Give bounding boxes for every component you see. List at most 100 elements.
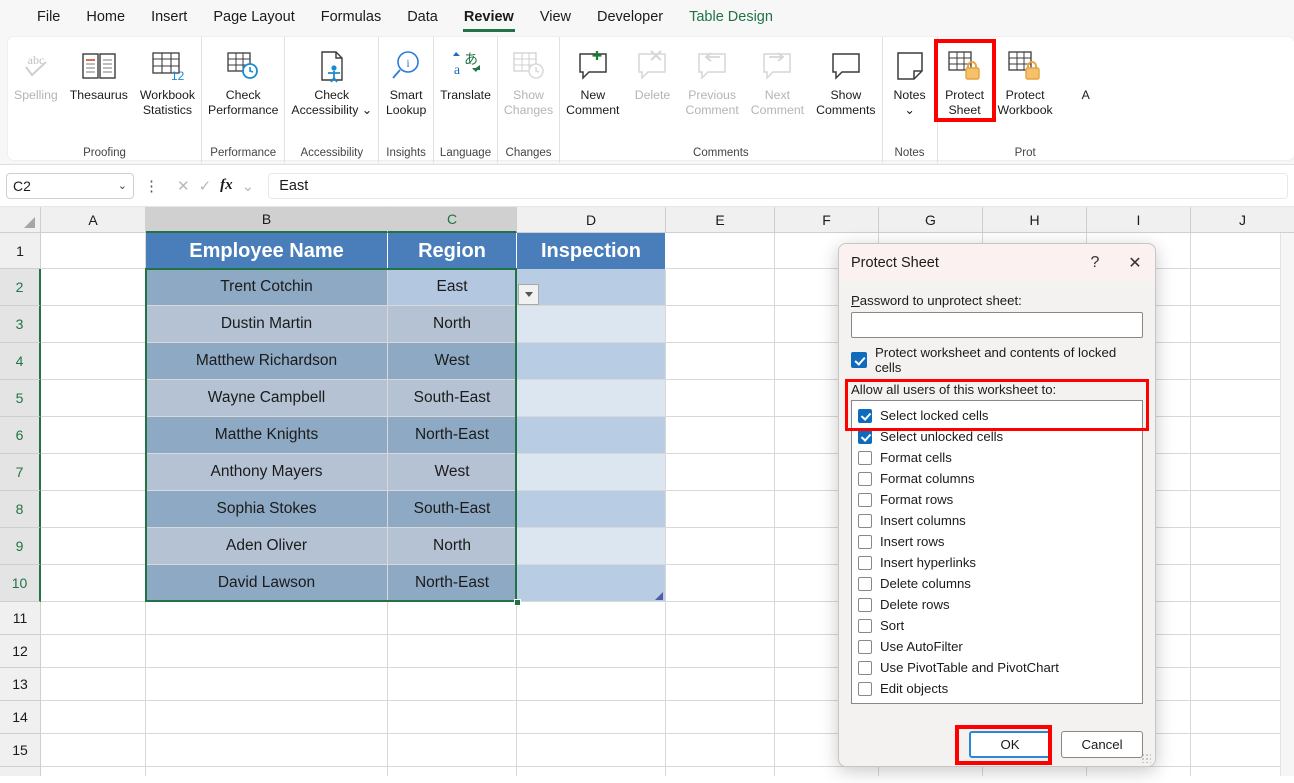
cell-B8[interactable]: Sophia Stokes [146, 491, 388, 528]
cell-D2[interactable] [517, 269, 666, 306]
cell-C8[interactable]: South-East [388, 491, 517, 528]
ribbon-tab-table-design[interactable]: Table Design [676, 3, 786, 33]
row-header-9[interactable]: 9 [0, 528, 41, 565]
cancel-icon[interactable]: ✕ [177, 177, 190, 195]
cell-E16[interactable] [666, 767, 775, 776]
row-header-8[interactable]: 8 [0, 491, 41, 528]
cell-E13[interactable] [666, 668, 775, 701]
cell-A11[interactable] [41, 602, 146, 635]
column-header-G[interactable]: G [879, 207, 983, 233]
cell-J12[interactable] [1191, 635, 1294, 668]
cell-I16[interactable] [1087, 767, 1191, 776]
cell-B2[interactable]: Trent Cotchin [146, 269, 388, 306]
column-header-A[interactable]: A [41, 207, 146, 233]
cell-B16[interactable] [146, 767, 388, 776]
cell-A14[interactable] [41, 701, 146, 734]
permission-item-insert-columns[interactable]: Insert columns [856, 510, 1142, 531]
password-input[interactable] [851, 312, 1143, 338]
permission-checkbox[interactable] [858, 450, 872, 465]
cell-E10[interactable] [666, 565, 775, 602]
cell-C6[interactable]: North-East [388, 417, 517, 454]
row-header-11[interactable]: 11 [0, 602, 41, 635]
ribbon-button-notes[interactable]: Notes ⌄ [883, 43, 937, 118]
permission-checkbox[interactable] [858, 681, 872, 696]
cell-J11[interactable] [1191, 602, 1294, 635]
cell-C2[interactable]: East [388, 269, 517, 306]
cell-G16[interactable] [879, 767, 983, 776]
cell-E15[interactable] [666, 734, 775, 767]
ribbon-button-protect-workbook[interactable]: Protect Workbook [992, 43, 1059, 118]
ribbon-button-protect-sheet[interactable]: Protect Sheet [933, 39, 996, 122]
cell-D1[interactable]: Inspection [517, 233, 666, 269]
cell-D3[interactable] [517, 306, 666, 343]
cell-E9[interactable] [666, 528, 775, 565]
column-header-D[interactable]: D [517, 207, 666, 233]
permission-checkbox[interactable] [858, 492, 872, 507]
permission-item-use-pivottable-and-pivotchart[interactable]: Use PivotTable and PivotChart [856, 657, 1142, 678]
cell-A1[interactable] [41, 233, 146, 269]
cell-D8[interactable] [517, 491, 666, 528]
cell-J7[interactable] [1191, 454, 1294, 491]
cell-D11[interactable] [517, 602, 666, 635]
cell-A5[interactable] [41, 380, 146, 417]
permission-item-sort[interactable]: Sort [856, 615, 1142, 636]
cell-J15[interactable] [1191, 734, 1294, 767]
ribbon-tab-view[interactable]: View [527, 3, 584, 33]
cell-D9[interactable] [517, 528, 666, 565]
cell-A3[interactable] [41, 306, 146, 343]
cell-D16[interactable] [517, 767, 666, 776]
cell-C12[interactable] [388, 635, 517, 668]
cell-A8[interactable] [41, 491, 146, 528]
cell-E11[interactable] [666, 602, 775, 635]
ribbon-button-check-accessibility[interactable]: Check Accessibility ⌄ [285, 43, 378, 118]
permissions-listbox[interactable]: Select locked cells Select unlocked cells… [851, 400, 1143, 704]
cell-A9[interactable] [41, 528, 146, 565]
ribbon-button-previous-comment[interactable]: Previous Comment [679, 43, 744, 118]
column-header-B[interactable]: B [146, 207, 388, 233]
row-header-5[interactable]: 5 [0, 380, 41, 417]
cell-A2[interactable] [41, 269, 146, 306]
cell-E14[interactable] [666, 701, 775, 734]
ribbon-tab-file[interactable]: File [24, 3, 73, 33]
cell-B9[interactable]: Aden Oliver [146, 528, 388, 565]
permission-checkbox[interactable] [858, 597, 872, 612]
cell-B3[interactable]: Dustin Martin [146, 306, 388, 343]
enter-icon[interactable]: ✓ [199, 177, 212, 195]
permission-item-format-columns[interactable]: Format columns [856, 468, 1142, 489]
cell-A4[interactable] [41, 343, 146, 380]
dialog-titlebar[interactable]: Protect Sheet ? ✕ [839, 244, 1155, 281]
protect-worksheet-checkbox-row[interactable]: Protect worksheet and contents of locked… [851, 345, 1143, 375]
cell-B5[interactable]: Wayne Campbell [146, 380, 388, 417]
cell-C7[interactable]: West [388, 454, 517, 491]
ribbon-tab-data[interactable]: Data [394, 3, 451, 33]
cell-J6[interactable] [1191, 417, 1294, 454]
cell-C16[interactable] [388, 767, 517, 776]
ribbon-button-workbook-statistics[interactable]: 123 Workbook Statistics [134, 43, 201, 118]
permission-item-format-cells[interactable]: Format cells [856, 447, 1142, 468]
ribbon-button-show-changes[interactable]: Show Changes [498, 43, 559, 118]
ribbon-button-smart-lookup[interactable]: i Smart Lookup [379, 43, 433, 118]
row-header-1[interactable]: 1 [0, 233, 41, 269]
cell-D6[interactable] [517, 417, 666, 454]
permission-checkbox[interactable] [858, 639, 872, 654]
cell-A6[interactable] [41, 417, 146, 454]
cell-J2[interactable] [1191, 269, 1294, 306]
cell-J5[interactable] [1191, 380, 1294, 417]
row-header-7[interactable]: 7 [0, 454, 41, 491]
permission-item-use-autofilter[interactable]: Use AutoFilter [856, 636, 1142, 657]
ok-button[interactable]: OK [969, 731, 1051, 758]
ribbon-tab-page-layout[interactable]: Page Layout [200, 3, 307, 33]
chevron-down-icon[interactable]: ⌄ [118, 179, 127, 192]
ribbon-button-a[interactable]: A [1059, 43, 1113, 103]
cell-E1[interactable] [666, 233, 775, 269]
row-header-10[interactable]: 10 [0, 565, 41, 602]
row-header-2[interactable]: 2 [0, 269, 41, 306]
column-header-F[interactable]: F [775, 207, 879, 233]
vertical-scrollbar[interactable] [1280, 233, 1294, 776]
cell-J9[interactable] [1191, 528, 1294, 565]
permission-checkbox[interactable] [858, 408, 872, 423]
cell-C9[interactable]: North [388, 528, 517, 565]
permission-checkbox[interactable] [858, 702, 872, 703]
cell-B11[interactable] [146, 602, 388, 635]
permission-checkbox[interactable] [858, 429, 872, 444]
